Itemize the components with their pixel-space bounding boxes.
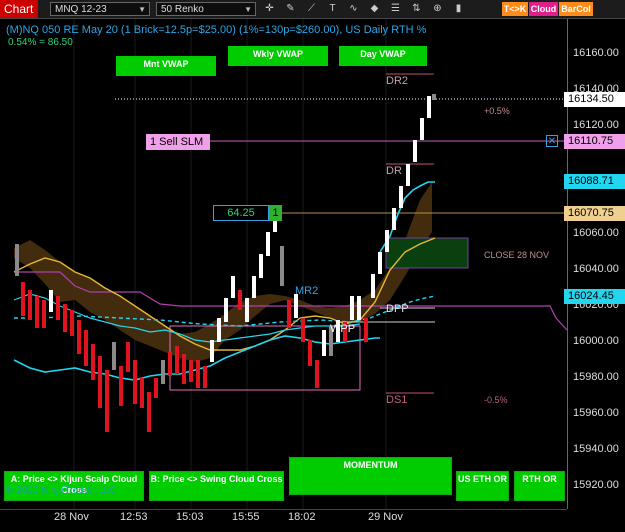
swing-cloud-cross-button[interactable]: B: Price <> Swing Cloud Cross [149,471,284,501]
chart-tab[interactable]: Chart [0,0,38,18]
chart-subtitle: 0.54% = 86.50 [8,37,73,48]
position-qty-badge[interactable]: 1 [269,205,282,221]
barcol-toggle-button[interactable]: BarCol [559,2,593,16]
bar-chart-icon[interactable]: ▮ [451,2,466,16]
momentum-button[interactable]: MOMENTUM [289,457,452,495]
mr2-label: MR2 [295,285,319,297]
plus-half-percent-label: +0.5% [484,106,510,116]
draw-tools-icon[interactable]: ⟋ [304,2,319,16]
cancel-order-icon[interactable]: ✕ [546,135,558,147]
renko-bars [15,94,436,432]
close-28-nov-label: CLOSE 28 NOV [484,250,550,260]
monthly-vwap-button[interactable]: Mnt VWAP [116,56,216,76]
time-tick: 29 Nov [368,511,403,523]
bar-type-value: 50 Renko [161,4,204,15]
price-tick: 16160.00 [573,47,619,59]
price-tick: 15960.00 [573,407,619,419]
day-vwap-button[interactable]: Day VWAP [339,46,427,66]
indicator-icon[interactable]: ∿ [346,2,361,16]
price-tick: 16060.00 [573,227,619,239]
time-tick: 18:02 [288,511,316,523]
sell-order-label[interactable]: 1 Sell SLM [146,134,210,150]
text-icon[interactable]: T [325,2,340,16]
price-tick: 16000.00 [573,335,619,347]
chevron-down-icon: ▼ [244,5,252,14]
strategy-icon[interactable]: ◆ [367,2,382,16]
dpp-label: DPP [386,303,409,315]
chart-title: (M)NQ 050 RE May 20 (1 Brick=12.5p=$25.0… [6,24,427,36]
time-tick: 15:55 [232,511,260,523]
time-tick: 12:53 [120,511,148,523]
pencil-icon[interactable]: ✎ [283,2,298,16]
time-tick: 15:03 [176,511,204,523]
zoom-icon[interactable]: ⊕ [430,2,445,16]
price-tick: 16080.00 [573,191,619,203]
cloud-toggle-button[interactable]: Cloud [529,2,558,16]
price-tick: 15920.00 [573,479,619,491]
wpp-label: WPP [330,323,356,335]
dr1-label: DR [386,165,402,177]
dr2-label: DR2 [386,75,409,87]
chart-trader-icon[interactable]: ⇅ [409,2,424,16]
teal-dashed-price-flag: 16024.45 [564,289,625,304]
time-tick: 28 Nov [54,511,89,523]
weekly-vwap-button[interactable]: Wkly VWAP [228,46,328,66]
price-tick: 15940.00 [573,443,619,455]
instrument-value: MNQ 12-23 [55,4,107,15]
us-eth-or-button[interactable]: US ETH OR [456,471,509,501]
crosshair-icon[interactable]: ✛ [262,2,277,16]
rth-or-button[interactable]: RTH OR [514,471,565,501]
ds1-label: DS1 [386,394,408,406]
sell-order-price-flag: 16110.75 [564,134,625,149]
teal-line-price-flag: 16088.71 [564,174,625,189]
price-chart[interactable] [0,19,567,509]
chart-plot [13,19,567,509]
copyright-watermark: © 2023 NinjaTrader, LLC [6,485,117,496]
chevron-down-icon: ▼ [138,5,146,14]
properties-icon[interactable]: ☰ [388,2,403,16]
close-28-nov-box [385,237,469,269]
position-price-flag: 16070.75 [564,206,625,221]
bar-type-selector[interactable]: 50 Renko ▼ [156,2,256,16]
price-tick: 16120.00 [573,119,619,131]
position-pnl-box[interactable]: 64.25 [213,205,269,221]
last-price-flag: 16134.50 [564,92,625,107]
instrument-selector[interactable]: MNQ 12-23 ▼ [50,2,150,16]
price-tick: 16040.00 [573,263,619,275]
price-tick: 16100.00 [573,155,619,167]
minus-half-percent-label: -0.5% [484,395,508,405]
price-tick: 15980.00 [573,371,619,383]
t-k-toggle-button[interactable]: T<>K [502,2,528,16]
